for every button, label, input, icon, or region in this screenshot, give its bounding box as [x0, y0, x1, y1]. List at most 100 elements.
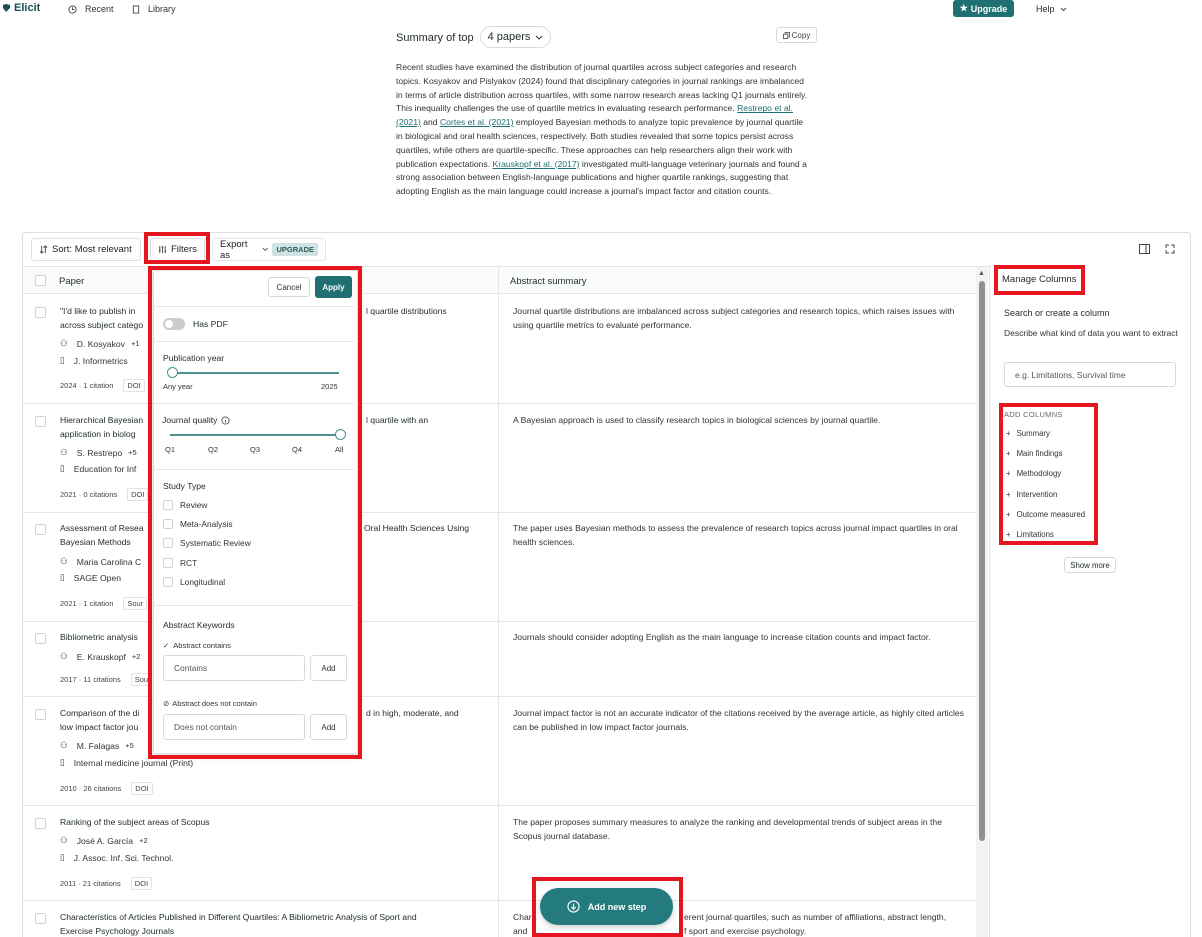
column-header-paper[interactable]: Paper	[59, 276, 84, 287]
scrollbar-thumb[interactable]	[979, 281, 985, 841]
journal-icon: ▯	[60, 852, 65, 862]
study-type-review[interactable]: Review	[163, 500, 207, 510]
papers-count-dropdown[interactable]: 4 papers	[480, 26, 551, 48]
paper-title-line2[interactable]: application in biolog	[60, 427, 136, 441]
add-column-summary[interactable]: + Summary	[1006, 429, 1050, 438]
upgrade-button[interactable]: ★ Upgrade	[953, 0, 1014, 17]
abstract-contains-input[interactable]: Contains	[163, 655, 305, 681]
source-chip[interactable]: Sour	[123, 597, 148, 610]
add-column-main-findings[interactable]: + Main findings	[1006, 449, 1063, 458]
author-name: E. Krauskopf	[76, 651, 126, 662]
citation-link-krauskopf[interactable]: Krauskopf et al. (2017)	[493, 159, 580, 169]
nav-library[interactable]: Library	[132, 4, 176, 14]
row-checkbox[interactable]	[35, 709, 46, 720]
panel-divider	[989, 266, 990, 937]
filters-label: Filters	[171, 244, 197, 255]
row-checkbox[interactable]	[35, 633, 46, 644]
checkbox[interactable]	[163, 538, 173, 548]
checkbox[interactable]	[163, 558, 173, 568]
sort-icon	[39, 245, 48, 254]
paper-title[interactable]: Ranking of the subject areas of Scopus	[60, 815, 210, 829]
elicit-logo[interactable]: Elicit	[2, 2, 40, 14]
doi-chip[interactable]: DOI	[127, 488, 149, 501]
export-button[interactable]: Export as UPGRADE	[212, 238, 326, 261]
quality-slider-handle[interactable]	[335, 429, 346, 440]
paper-authors: ⚇ S. Restrepo +5	[60, 447, 137, 458]
year-min-label: Any year	[163, 382, 193, 391]
paper-title-line2[interactable]: low impact factor jou	[60, 720, 138, 734]
abstract-summary-cell-line2: and	[513, 926, 528, 936]
doi-chip[interactable]: DOI	[131, 782, 153, 795]
row-checkbox[interactable]	[35, 524, 46, 535]
paper-title[interactable]: Comparison of the di	[60, 706, 139, 720]
paper-title[interactable]: Assessment of Resea	[60, 521, 144, 535]
scroll-up-arrow-icon[interactable]: ▲	[978, 270, 985, 277]
add-column-methodology[interactable]: + Methodology	[1006, 469, 1061, 478]
column-option-label: Intervention	[1016, 490, 1058, 499]
abstract-contains-heading: ✓ Abstract contains	[163, 641, 231, 650]
row-checkbox[interactable]	[35, 913, 46, 924]
paper-meta: 2017 · 11 citations Sou	[60, 673, 153, 686]
doi-chip[interactable]: DOI	[123, 379, 145, 392]
column-option-label: Limitations	[1016, 530, 1054, 539]
expand-icon[interactable]	[1165, 244, 1175, 254]
nav-recent[interactable]: Recent	[68, 4, 114, 14]
more-authors: +1	[130, 339, 140, 348]
plus-icon: +	[1006, 449, 1011, 458]
copy-icon	[782, 31, 790, 39]
filters-popover	[153, 270, 358, 754]
paper-title-cont[interactable]: l quartile distributions	[366, 304, 447, 318]
panel-toggle-icon[interactable]	[1139, 244, 1150, 254]
column-header-abstract-summary[interactable]: Abstract summary	[510, 276, 587, 287]
row-checkbox[interactable]	[35, 307, 46, 318]
checkbox[interactable]	[163, 519, 173, 529]
paper-title-line2[interactable]: across subject catego	[60, 318, 143, 332]
study-type-longitudinal[interactable]: Longitudinal	[163, 577, 225, 587]
source-chip[interactable]: Sou	[130, 673, 153, 686]
venue-name: Internal medicine journal (Print)	[73, 757, 194, 768]
abstract-contains-add-button[interactable]: Add	[310, 655, 347, 681]
column-search-input[interactable]: e.g. Limitations, Survival time	[1004, 362, 1176, 387]
row-checkbox[interactable]	[35, 416, 46, 427]
paper-title-cont[interactable]: Oral Health Sciences Using	[364, 521, 469, 535]
add-new-step-label: Add new step	[587, 901, 647, 912]
study-type-meta-analysis[interactable]: Meta-Analysis	[163, 519, 233, 529]
add-column-intervention[interactable]: + Intervention	[1006, 490, 1057, 499]
paper-meta: 2021 · 1 citation Sour	[60, 597, 148, 610]
paper-title-line2[interactable]: Bayesian Methods	[60, 535, 131, 549]
abstract-not-contains-add-button[interactable]: Add	[310, 714, 347, 740]
paper-title[interactable]: Hierarchical Bayesian	[60, 413, 143, 427]
help-menu[interactable]: Help	[1036, 4, 1067, 14]
filter-cancel-button[interactable]: Cancel	[268, 277, 310, 297]
study-type-rct[interactable]: RCT	[163, 558, 197, 568]
paper-title[interactable]: "I'd like to publish in	[60, 304, 135, 318]
add-column-outcome-measured[interactable]: + Outcome measured	[1006, 510, 1085, 519]
year-slider-track[interactable]	[173, 372, 339, 374]
checkbox[interactable]	[163, 500, 173, 510]
study-type-systematic-review[interactable]: Systematic Review	[163, 538, 251, 548]
copy-button[interactable]: Copy	[776, 27, 817, 43]
paper-meta: 2010 · 26 citations DOI	[60, 782, 153, 795]
abstract-not-contains-input[interactable]: Does not contain	[163, 714, 305, 740]
citation-link-cortes[interactable]: Cortes et al. (2021)	[440, 117, 514, 127]
quality-slider-track[interactable]	[170, 434, 339, 436]
paper-title-line2[interactable]: Exercise Psychology Journals	[60, 924, 174, 937]
year-slider-handle[interactable]	[167, 367, 178, 378]
journal-quality-label: Journal quality	[162, 415, 218, 425]
paper-title[interactable]: Characteristics of Articles Published in…	[60, 910, 417, 924]
add-new-step-button[interactable]: Add new step	[540, 888, 673, 925]
info-icon[interactable]	[221, 415, 230, 425]
row-checkbox[interactable]	[35, 818, 46, 829]
year-citations: 2010 · 26 citations	[60, 784, 122, 793]
paper-title-cont[interactable]: d in high, moderate, and	[366, 706, 459, 720]
select-all-checkbox[interactable]	[35, 275, 46, 286]
show-more-button[interactable]: Show more	[1064, 557, 1116, 573]
sort-button[interactable]: Sort: Most relevant	[31, 238, 141, 261]
checkbox[interactable]	[163, 577, 173, 587]
paper-title-cont[interactable]: l quartile with an	[366, 413, 428, 427]
doi-chip[interactable]: DOI	[130, 877, 153, 890]
filters-button[interactable]: Filters	[150, 238, 205, 261]
add-column-limitations[interactable]: + Limitations	[1006, 530, 1054, 539]
paper-title[interactable]: Bibliometric analysis	[60, 630, 138, 644]
filter-apply-button[interactable]: Apply	[315, 276, 352, 298]
